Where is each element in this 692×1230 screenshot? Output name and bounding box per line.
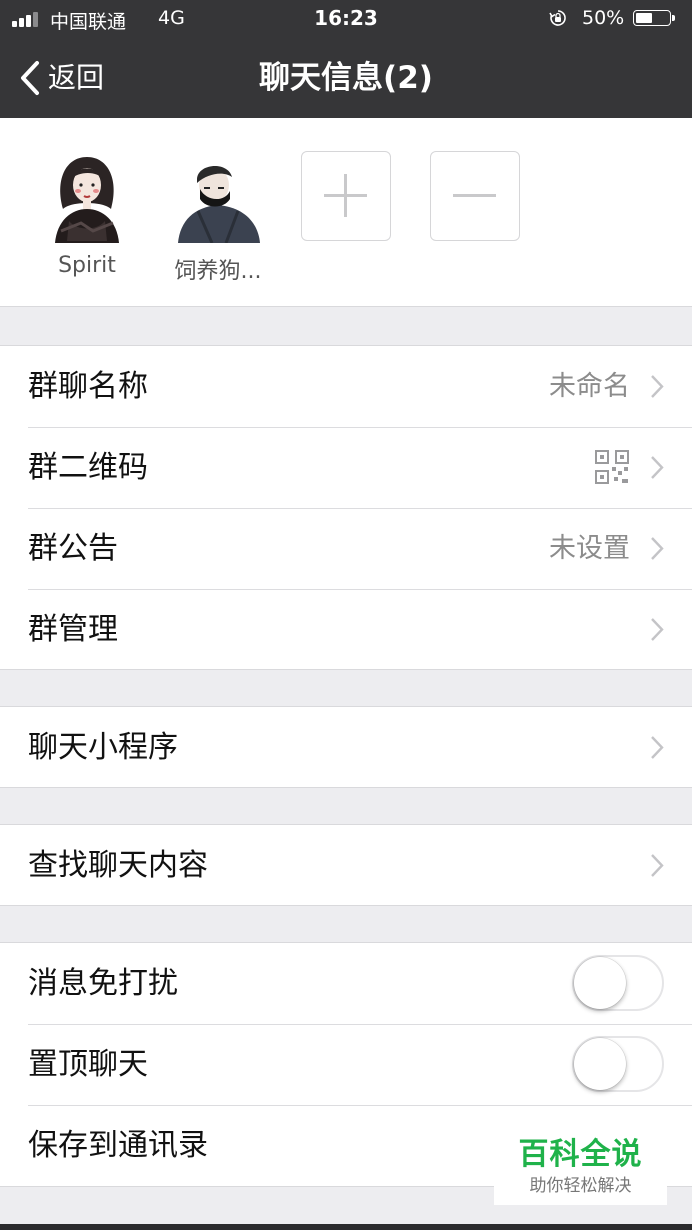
battery-fill — [636, 13, 652, 23]
navigation-bar: 返回 聊天信息(2) — [0, 38, 692, 118]
chevron-right-icon — [651, 375, 664, 398]
member-name: 饲养狗... — [174, 259, 262, 284]
chevron-right-icon — [651, 736, 664, 759]
watermark-title: 百科全说 — [518, 1137, 643, 1172]
member-item[interactable]: Spirit — [41, 151, 133, 278]
status-bar: 中国联通 4G 16:23 50% — [0, 0, 692, 38]
group-settings-section: 群聊名称 未命名 群二维码 群公告 未设置 群管理 — [0, 345, 692, 670]
mini-program-row[interactable]: 聊天小程序 — [0, 707, 692, 788]
chevron-right-icon — [651, 456, 664, 479]
masked-man-avatar-icon — [172, 151, 264, 243]
battery-percentage: 50% — [582, 7, 625, 29]
minus-icon — [453, 194, 496, 197]
group-name-row[interactable]: 群聊名称 未命名 — [0, 346, 692, 427]
chevron-right-icon — [651, 854, 664, 877]
mini-program-label: 聊天小程序 — [28, 730, 178, 765]
remove-member-button[interactable] — [430, 151, 520, 241]
rotation-lock-icon — [549, 10, 566, 26]
chevron-right-icon — [651, 618, 664, 641]
group-name-label: 群聊名称 — [28, 369, 148, 404]
watermark-subtitle: 助你轻松解决 — [529, 1176, 632, 1196]
save-contacts-label: 保存到通讯录 — [28, 1128, 208, 1163]
page-title: 聊天信息(2) — [259, 60, 433, 96]
pin-toggle[interactable] — [572, 1036, 664, 1092]
woman-avatar-icon — [41, 151, 133, 243]
mute-row: 消息免打扰 — [0, 943, 692, 1024]
pin-label: 置顶聊天 — [28, 1047, 148, 1082]
search-chat-label: 查找聊天内容 — [28, 848, 208, 883]
group-manage-label: 群管理 — [28, 612, 118, 647]
bottom-edge — [0, 1224, 692, 1230]
chevron-right-icon — [651, 537, 664, 560]
group-name-value: 未命名 — [549, 371, 630, 402]
search-section: 查找聊天内容 — [0, 824, 692, 906]
mute-toggle[interactable] — [572, 955, 664, 1011]
group-notice-value: 未设置 — [549, 533, 630, 564]
group-notice-row[interactable]: 群公告 未设置 — [0, 508, 692, 589]
qr-code-icon — [595, 450, 629, 484]
add-member-button[interactable] — [301, 151, 391, 241]
group-qrcode-row[interactable]: 群二维码 — [0, 427, 692, 508]
battery-icon — [633, 10, 677, 28]
group-qrcode-label: 群二维码 — [28, 450, 148, 485]
member-item[interactable]: 饲养狗... — [172, 151, 264, 285]
group-manage-row[interactable]: 群管理 — [0, 589, 692, 670]
member-name: Spirit — [58, 253, 116, 278]
plus-icon — [324, 174, 367, 217]
search-chat-row[interactable]: 查找聊天内容 — [0, 825, 692, 906]
members-section: Spirit 饲养狗... — [0, 118, 692, 307]
pin-row: 置顶聊天 — [0, 1024, 692, 1105]
mini-program-section: 聊天小程序 — [0, 706, 692, 788]
watermark: 百科全说 助你轻松解决 — [494, 1131, 667, 1205]
group-notice-label: 群公告 — [28, 531, 118, 566]
mute-label: 消息免打扰 — [28, 966, 178, 1001]
